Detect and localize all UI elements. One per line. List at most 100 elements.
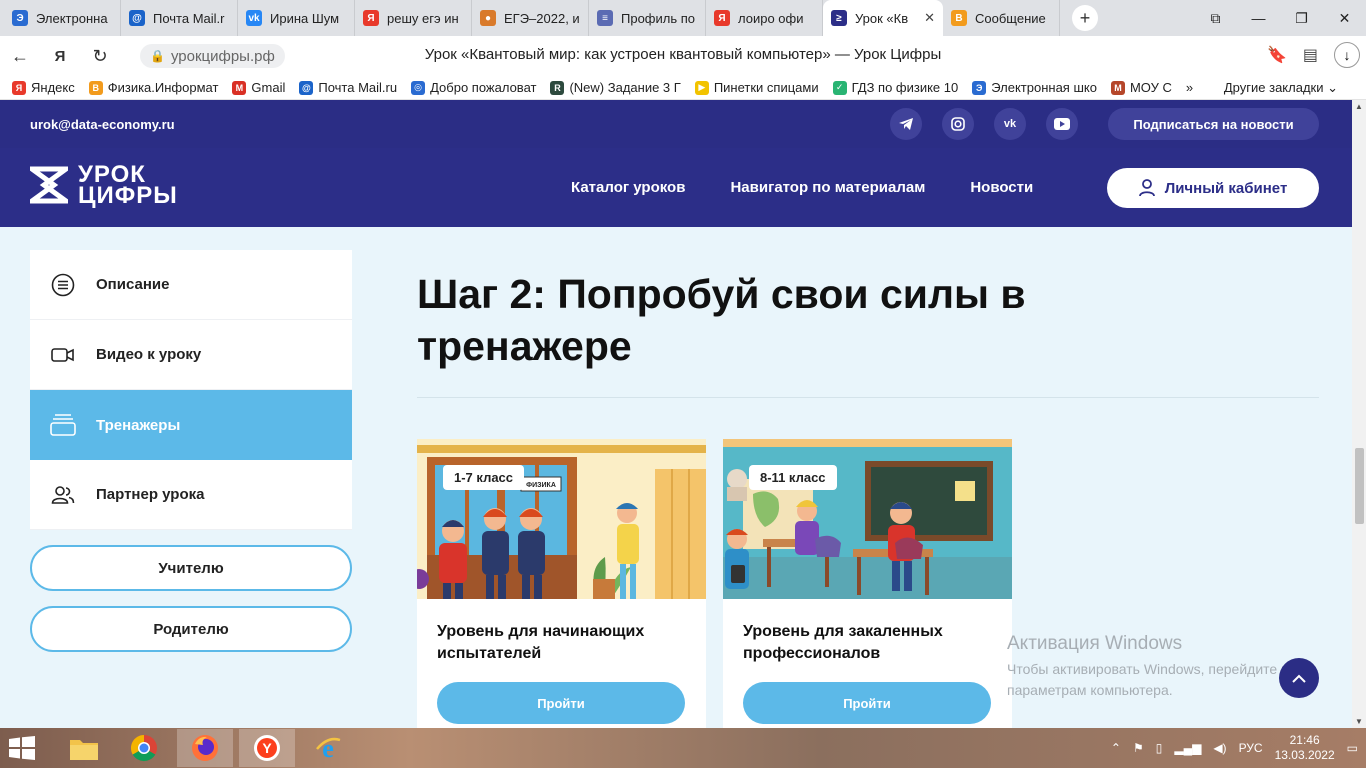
personal-cabinet-button[interactable]: Личный кабинет xyxy=(1107,168,1319,208)
sidebar-item-video[interactable]: Видео к уроку xyxy=(30,320,352,390)
bookmark-favicon-icon: ✓ xyxy=(832,80,847,95)
show-hidden-icons[interactable]: ⌃ xyxy=(1111,741,1121,755)
for-parent-button[interactable]: Родителю xyxy=(30,606,352,652)
firefox-taskbar-item[interactable] xyxy=(177,729,233,767)
browser-tab[interactable]: ● ЕГЭ–2022, и xyxy=(472,0,589,36)
notifications-icon[interactable]: ▭ xyxy=(1347,741,1358,755)
browser-tab[interactable]: vk Ирина Шум xyxy=(238,0,355,36)
restore-button[interactable]: ❐ xyxy=(1280,0,1323,36)
bookmark-item[interactable]: M Gmail xyxy=(232,80,285,95)
firefox-icon xyxy=(192,735,218,761)
telegram-icon[interactable] xyxy=(890,108,922,140)
yandex-browser-taskbar-item[interactable]: Y xyxy=(239,729,295,767)
instagram-icon[interactable] xyxy=(942,108,974,140)
step-heading: Шаг 2: Попробуй свои силы в тренажере xyxy=(417,271,1026,369)
site-header: УРОК ЦИФРЫ Каталог уроков Навигатор по м… xyxy=(0,148,1352,227)
address-bar[interactable]: 🔒 урокцифры.рф xyxy=(140,44,285,68)
reader-icon[interactable]: ▤ xyxy=(1303,45,1318,65)
youtube-icon[interactable] xyxy=(1046,108,1078,140)
tab-title: Сообщение xyxy=(975,10,1046,26)
browser-tab[interactable]: Ярешу егэ ин xyxy=(355,0,472,36)
sidebar-item-partner[interactable]: Партнер урока xyxy=(30,460,352,530)
scroll-up-arrow[interactable]: ▲ xyxy=(1352,102,1366,111)
nav-catalog[interactable]: Каталог уроков xyxy=(571,179,685,196)
bookmark-item[interactable]: @ Почта Mail.ru xyxy=(299,80,397,95)
minimize-button[interactable]: — xyxy=(1237,0,1280,36)
browser-tab[interactable]: Ялоиро офи xyxy=(706,0,823,36)
nav-news[interactable]: Новости xyxy=(970,179,1033,196)
close-window-button[interactable]: ✕ xyxy=(1323,0,1366,36)
vk-icon[interactable]: vk xyxy=(994,108,1026,140)
school-corridor-illustration: ФИЗИКА xyxy=(417,439,706,599)
browser-tab[interactable]: @ Почта Mail.r xyxy=(121,0,238,36)
contact-email[interactable]: urok@data-economy.ru xyxy=(30,117,175,132)
page-scrollbar[interactable]: ▲ ▼ xyxy=(1352,100,1366,728)
bookmark-favicon-icon: М xyxy=(1110,80,1125,95)
list-icon xyxy=(50,272,76,298)
bookmark-label: МОУ С xyxy=(1129,80,1172,95)
other-bookmarks[interactable]: Другие закладки ⌄ xyxy=(1224,80,1338,96)
sidebar-item-description[interactable]: Описание xyxy=(30,250,352,320)
chrome-taskbar-item[interactable] xyxy=(116,729,172,767)
sidebar-item-trainers[interactable]: Тренажеры xyxy=(30,390,352,460)
tab-title: Почта Mail.r xyxy=(153,10,225,26)
bookmark-item[interactable]: ◎ Добро пожаловат xyxy=(411,80,536,95)
reload-button[interactable]: ↻ xyxy=(80,46,120,67)
ie-taskbar-item[interactable]: e xyxy=(300,729,356,767)
start-trainer-button[interactable]: Пройти xyxy=(743,682,991,724)
tab-manager-icon[interactable]: ⧉ xyxy=(1194,0,1237,36)
bookmark-item[interactable]: М МОУ С xyxy=(1110,80,1172,95)
trainer-card-beginners: ФИЗИКА 1-7 класс Уровень для начинающих … xyxy=(417,439,706,729)
lesson-sidebar: Описание Видео к уроку Тренажеры Партнер… xyxy=(30,250,352,530)
scrollbar-thumb[interactable] xyxy=(1355,448,1364,524)
personal-cabinet-label: Личный кабинет xyxy=(1164,179,1288,197)
bookmark-item[interactable]: R (New) Задание 3 Г xyxy=(550,80,681,95)
bookmark-favicon-icon: B xyxy=(88,80,103,95)
scroll-to-top-button[interactable] xyxy=(1279,658,1319,698)
sidebar-item-label: Описание xyxy=(96,276,170,293)
language-indicator[interactable]: РУС xyxy=(1239,741,1263,755)
yandex-home-button[interactable]: Я xyxy=(40,48,80,65)
back-button[interactable]: ← xyxy=(0,46,40,67)
download-button[interactable]: ↓ xyxy=(1334,42,1360,68)
bookmark-item[interactable]: ✓ ГДЗ по физике 10 xyxy=(832,80,958,95)
browser-tab-strip: Э Электронна @ Почта Mail.r vk Ирина Шум Ярешу… xyxy=(0,0,1366,36)
sidebar-item-label: Видео к уроку xyxy=(96,346,202,363)
nav-navigator[interactable]: Навигатор по материалам xyxy=(730,179,925,196)
flag-icon[interactable]: ⚑ xyxy=(1133,741,1144,755)
scroll-down-arrow[interactable]: ▼ xyxy=(1352,717,1366,726)
clock[interactable]: 21:46 13.03.2022 xyxy=(1275,733,1335,763)
for-teacher-button[interactable]: Учителю xyxy=(30,545,352,591)
browser-tab[interactable]: ≡ Профиль по xyxy=(589,0,706,36)
start-trainer-button[interactable]: Пройти xyxy=(437,682,685,724)
device-icon[interactable]: ▯ xyxy=(1156,741,1163,755)
browser-tab[interactable]: B Сообщение xyxy=(943,0,1060,36)
bookmark-item[interactable]: B Физика.Информат xyxy=(88,80,218,95)
bookmark-item[interactable]: Я Яндекс xyxy=(12,80,75,95)
bookmark-item[interactable]: ▶ Пинетки спицами xyxy=(694,80,819,95)
stack-icon xyxy=(50,412,76,438)
watermark-title: Активация Windows xyxy=(1007,633,1183,654)
windows-start-icon[interactable] xyxy=(8,736,36,760)
card-illustration: ФИЗИКА xyxy=(417,439,706,599)
lock-icon: 🔒 xyxy=(150,49,165,63)
bookmarks-more-button[interactable]: » xyxy=(1186,80,1193,95)
folder-icon xyxy=(70,740,98,760)
new-tab-button[interactable]: + xyxy=(1072,5,1098,31)
site-top-bar: urok@data-economy.ru vk Подписаться на н… xyxy=(0,100,1352,148)
browser-tab[interactable]: ≥ Урок «Кв ✕ xyxy=(823,0,943,36)
bookmark-label: Яндекс xyxy=(31,80,75,95)
chrome-icon xyxy=(130,734,157,762)
volume-icon[interactable]: ◀) xyxy=(1213,741,1226,755)
browser-tab[interactable]: Э Электронна xyxy=(4,0,121,36)
subscribe-button[interactable]: Подписаться на новости xyxy=(1108,108,1319,140)
close-tab-icon[interactable]: ✕ xyxy=(924,10,935,26)
bookmark-label: Добро пожаловат xyxy=(430,80,537,95)
network-icon[interactable]: ▂▄▆ xyxy=(1174,741,1201,755)
bookmark-item[interactable]: Э Электронная шко xyxy=(972,80,1097,95)
explorer-taskbar-item[interactable] xyxy=(56,729,112,767)
bookmark-icon[interactable]: 🔖 xyxy=(1267,45,1287,65)
site-logo[interactable]: УРОК ЦИФРЫ xyxy=(30,163,178,208)
social-links: vk xyxy=(890,108,1078,140)
bookmark-favicon-icon: ◎ xyxy=(411,80,426,95)
